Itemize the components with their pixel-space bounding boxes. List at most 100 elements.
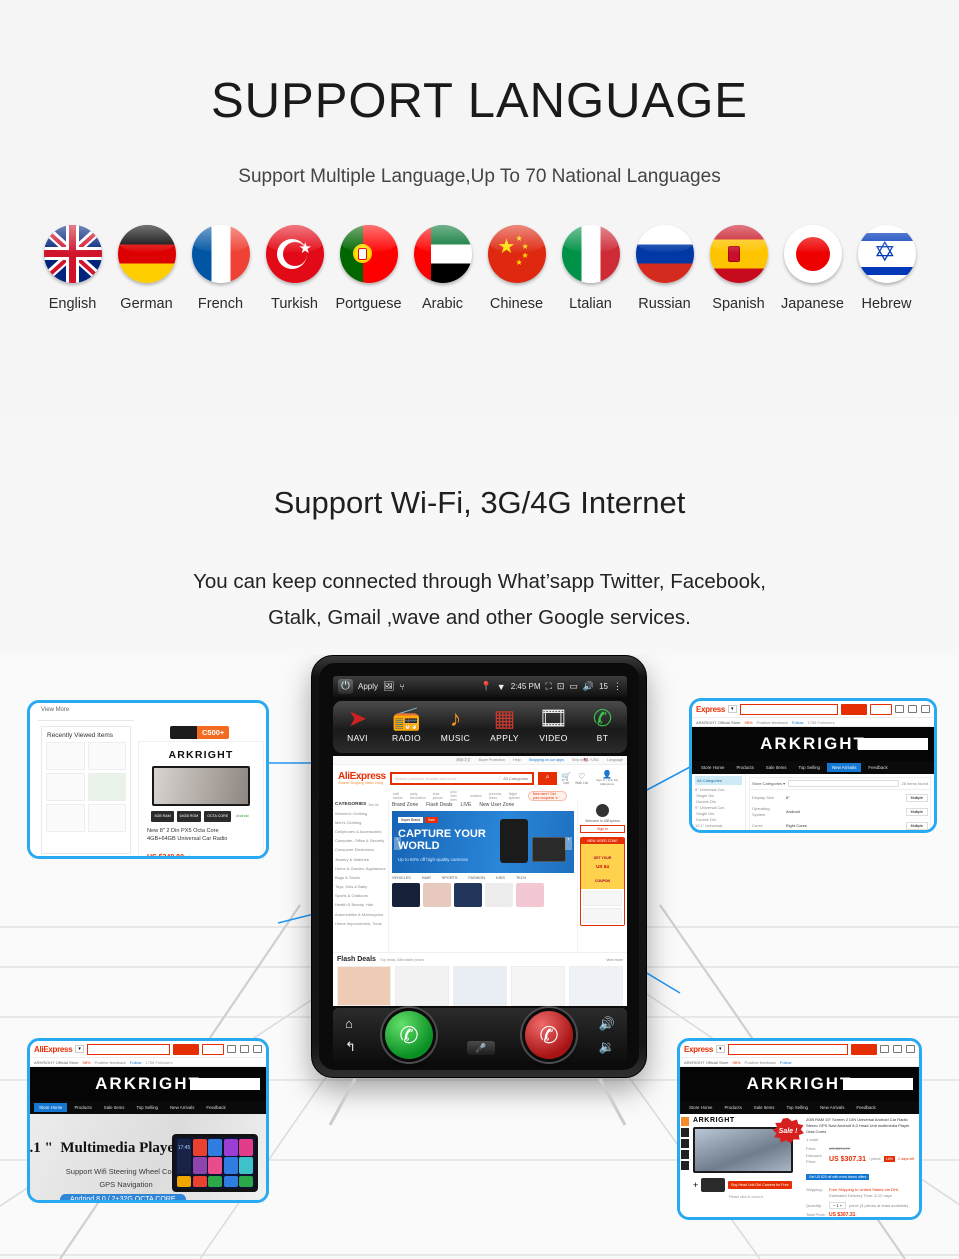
locale-selector[interactable]: ▾ [728,705,737,713]
store-name[interactable]: ARKRIGHT Official Store [34,1060,79,1065]
category-item[interactable]: Home & Garden, Appliances [335,864,386,873]
cart-icon[interactable] [880,1045,889,1053]
app-music[interactable]: ♪ MUSIC [433,705,479,743]
category-item[interactable]: Sports & Outdoors [335,892,386,901]
category-item[interactable]: Home Improvement, Tools [335,919,386,928]
device-browser-screen[interactable]: 简体中文 Buyer Protection Help Shopping on our … [333,756,627,1006]
gallery-icon[interactable]: 🖼 [383,681,394,692]
deal-item[interactable]: US $3.65 US $6.95 [395,966,449,1006]
carousel-next-arrow[interactable]: › [565,837,572,850]
wishlist-heart-icon[interactable] [240,1045,249,1053]
locale-selector[interactable]: ▾ [75,1045,84,1053]
deal-item[interactable]: US $10.21 US $17.60 [511,966,565,1006]
follow-button[interactable]: Follow [792,720,804,725]
store-nav-new-arrivals[interactable]: New Arrivals [165,1103,199,1112]
volume-up-icon[interactable]: 🔊 [599,1016,615,1032]
store-nav-new-arrivals[interactable]: New Arrivals [815,1103,849,1112]
category-item[interactable]: Automobiles & Motorcycles [335,910,386,919]
secondary-button[interactable] [870,703,892,715]
wishlist-button[interactable]: ♡ Wish List [575,772,588,785]
split-screen-icon[interactable]: ⊡ [557,681,565,692]
category-item[interactable]: Men's Clothing [335,818,386,827]
search-button[interactable] [851,1043,877,1055]
follow-button[interactable]: Follow [780,1060,792,1065]
store-name[interactable]: ARKRIGHT Official Store [696,720,741,725]
store-name[interactable]: ARKRIGHT Official Store [684,1060,729,1065]
category-select[interactable]: All Categories [499,775,532,781]
promo-tile[interactable] [423,883,451,907]
store-nav-feedback[interactable]: Feedback [863,763,892,772]
filter-multiple-button[interactable]: Multiple [905,822,928,830]
locale-selector[interactable]: ▾ [716,1045,725,1053]
app-bt[interactable]: ✆ BT [580,705,626,743]
back-arrow-icon[interactable]: ↰ [345,1039,356,1055]
store-nav-products[interactable]: Products [719,1103,746,1112]
app-apply[interactable]: ▦ APPLY [482,705,528,743]
search-input[interactable]: Search products, brands and more [392,776,499,781]
deal-item[interactable]: US $0.59 US $0.99 [337,966,391,1006]
search-button[interactable] [173,1043,199,1055]
tab-brand-zone[interactable]: Brand Zone [392,802,418,808]
app-video[interactable]: 🎞 VIDEO [531,705,577,743]
filter-multiple-button[interactable]: Multiple [905,794,928,802]
carousel-prev-arrow[interactable]: ‹ [394,837,401,850]
account-icon[interactable] [253,1045,262,1053]
hero-tag[interactable]: HAIR [422,876,431,880]
search-button[interactable] [841,703,867,715]
card-multimedia-banner[interactable]: AliExpress ▾ ARKRIGHT Official Store 98%… [27,1038,269,1203]
category-item[interactable]: Health & Beauty, Hair [335,901,386,910]
secondary-button[interactable] [202,1043,224,1055]
deal-item[interactable]: US $10.57 US $30.20 [453,966,507,1006]
category-item[interactable]: Computer, Office & Security [335,837,386,846]
category-item[interactable]: Toys, Kids & Baby [335,883,386,892]
rail-product-tile[interactable] [583,891,622,906]
account-button[interactable]: 👤 Sign in / Join My AliExpress [592,770,622,786]
wishlist-heart-icon[interactable] [908,705,917,713]
hero-tag[interactable]: FASHION [468,876,485,880]
card-product-detail[interactable]: Express ▾ ARKRIGHT Official Store 98% Po… [677,1038,922,1220]
sign-in-button[interactable]: Sign in [580,825,625,833]
tab-new-user-zone[interactable]: New User Zone [479,802,514,808]
hero-banner[interactable]: Super Brand Sale CAPTURE YOUR WORLD Up t… [392,811,574,873]
app-radio[interactable]: 📻 RADIO [384,705,430,743]
store-nav-sale-items[interactable]: Sale Items [99,1103,130,1112]
cart-button[interactable]: 🛒 Cart [561,772,571,785]
store-nav-new-arrivals[interactable]: New Arrivals [827,763,862,772]
store-nav-store-home[interactable]: Store Home [696,763,729,772]
store-search-input[interactable] [843,1078,913,1090]
promo-tile[interactable] [485,883,513,907]
search-icon[interactable]: ⌕ [538,771,558,785]
store-search-input[interactable] [190,1078,260,1090]
store-nav-sale-items[interactable]: Sale Items [761,763,792,772]
store-nav-products[interactable]: Products [69,1103,96,1112]
cart-icon[interactable] [227,1045,236,1053]
store-nav-top-selling[interactable]: Top Selling [132,1103,163,1112]
hero-tag[interactable]: SPORTS [442,876,458,880]
cart-icon[interactable] [895,705,904,713]
hero-tag[interactable]: KIDS [496,876,505,880]
hero-tag[interactable]: VEHICLES [392,876,411,880]
store-nav-feedback[interactable]: Feedback [851,1103,880,1112]
wishlist-heart-icon[interactable] [893,1045,902,1053]
app-navi[interactable]: ➤ NAVI [335,705,381,743]
store-nav-feedback[interactable]: Feedback [201,1103,230,1112]
tab-flash-deals[interactable]: Flash Deals [426,802,452,808]
coupon-note[interactable]: Get US $20 off with extra bonus offers [806,1174,870,1180]
category-item[interactable]: Cellphones & Accessories [335,827,386,836]
power-icon[interactable]: ⏻ [338,679,353,694]
search-input[interactable] [86,1043,170,1055]
call-answer-button[interactable]: ✆ [385,1011,433,1059]
promo-tile[interactable] [516,883,544,907]
store-search-input[interactable] [858,738,928,750]
hero-tag[interactable]: TECH [516,876,526,880]
card-recently-viewed[interactable]: View More Recently Viewed Items C500+ AR… [27,700,269,859]
screenshot-icon[interactable]: ⛶ [546,681,552,692]
store-nav-sale-items[interactable]: Sale Items [749,1103,780,1112]
see-all-link[interactable]: See All [368,803,378,807]
category-item[interactable]: Women's Clothing [335,809,386,818]
category-item[interactable]: Bags & Shoes [335,873,386,882]
follow-button[interactable]: Follow [130,1060,142,1065]
overflow-menu-icon[interactable]: ⋮ [613,681,622,692]
recents-icon[interactable]: ▭ [569,681,578,692]
home-icon[interactable]: ⌂ [345,1016,353,1031]
